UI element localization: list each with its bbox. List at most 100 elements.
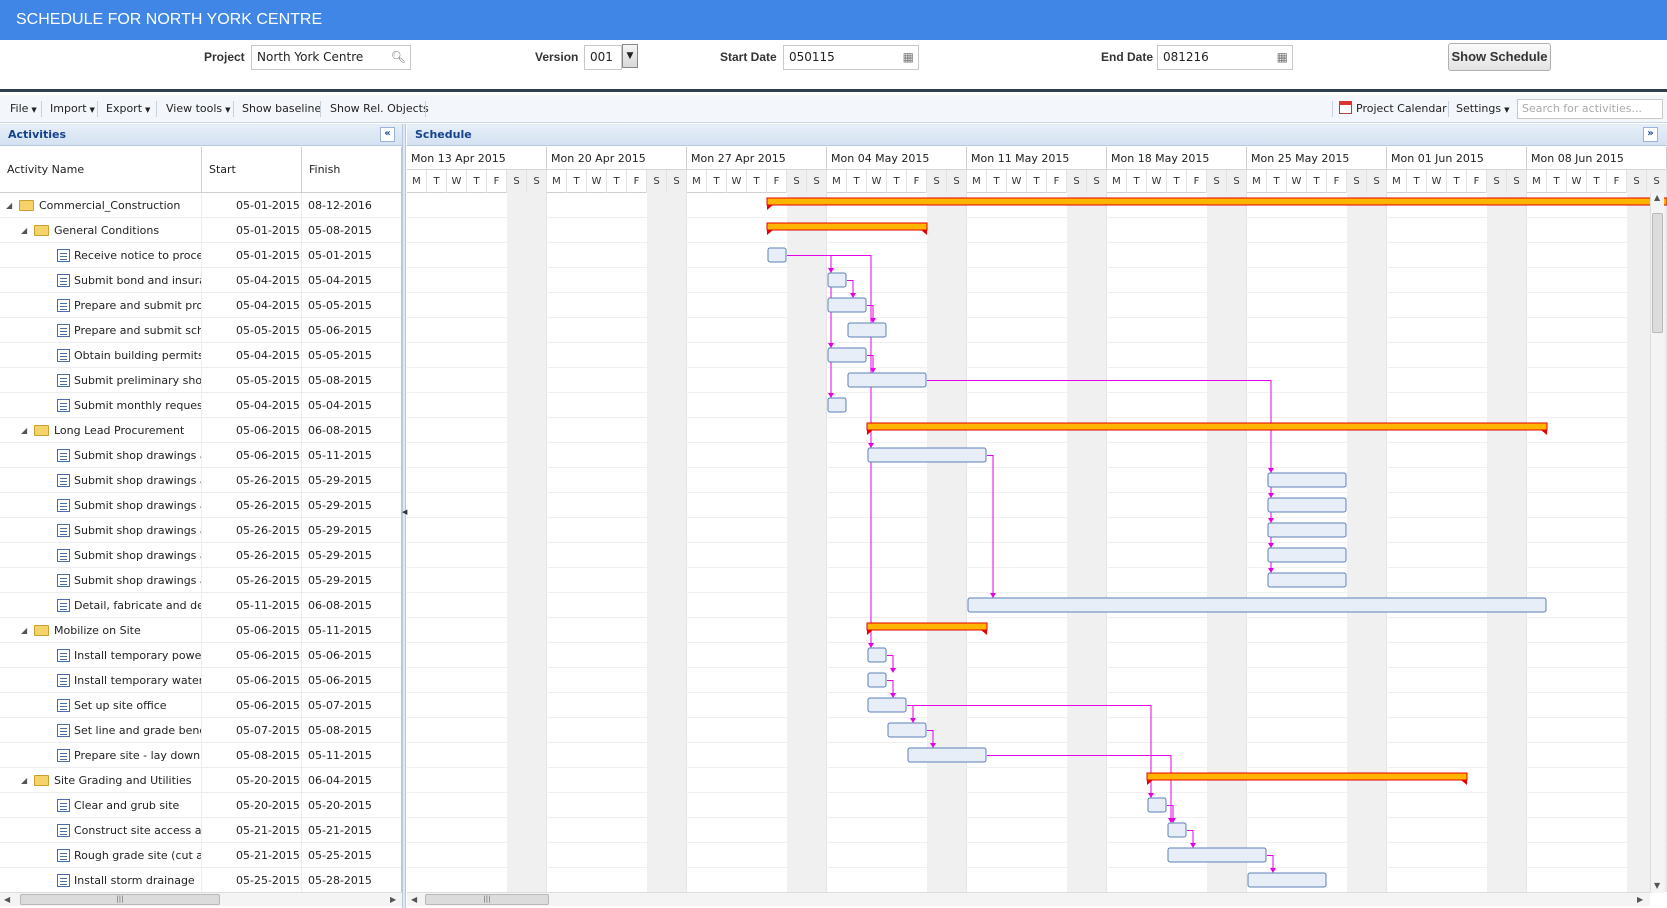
column-header-name[interactable]: Activity Name	[0, 147, 202, 193]
version-field[interactable]: 001	[584, 45, 622, 70]
table-row[interactable]: Submit shop drawings and05-26-2015 05-29-…	[0, 518, 401, 543]
expand-right-icon[interactable]: »	[1643, 127, 1658, 142]
scroll-up-icon[interactable]: ▲	[1654, 193, 1660, 202]
export-menu[interactable]: Export ▼	[106, 95, 150, 123]
scroll-right-icon[interactable]: ▶	[390, 895, 396, 904]
search-icon[interactable]: 🔍︎	[391, 46, 406, 69]
search-activities-input[interactable]: Search for activities...	[1517, 99, 1663, 119]
collapse-left-icon[interactable]: «	[380, 127, 395, 142]
table-row[interactable]: Submit shop drawings and05-26-2015 05-29-…	[0, 543, 401, 568]
expand-toggle-icon[interactable]: ◢	[6, 193, 12, 218]
scroll-thumb[interactable]: |||	[425, 894, 549, 905]
table-row[interactable]: Rough grade site (cut and05-21-2015 05-25…	[0, 843, 401, 868]
group-row[interactable]: ◢ General Conditions 05-01-2015 05-08-2015	[0, 218, 401, 243]
task-bar[interactable]	[1267, 522, 1347, 538]
scroll-left-icon[interactable]: ◀	[411, 895, 417, 904]
task-bar[interactable]	[847, 322, 887, 338]
table-row[interactable]: Submit shop drawings and05-26-2015 05-29-…	[0, 493, 401, 518]
vertical-scrollbar[interactable]: ▲ ▼	[1650, 193, 1664, 893]
table-row[interactable]: Submit preliminary shop d05-05-2015 05-08…	[0, 368, 401, 393]
summary-bar[interactable]	[766, 222, 928, 231]
column-header-finish[interactable]: Finish	[302, 147, 401, 193]
table-row[interactable]: Construct site access and tem05-21-20150…	[0, 818, 401, 843]
group-row[interactable]: ◢ Site Grading and Utilities 05-20-2015 06-…	[0, 768, 401, 793]
start-date-field[interactable]: 050115 ▦	[783, 45, 919, 70]
scroll-right-icon[interactable]: ▶	[1637, 895, 1643, 904]
table-row[interactable]: Detail, fabricate and deliv05-11-2015 06-…	[0, 593, 401, 618]
task-bar[interactable]	[907, 747, 987, 763]
summary-bar[interactable]	[866, 622, 988, 631]
group-row[interactable]: ◢ Commercial_Construction 05-01-2015 08-12-…	[0, 193, 401, 218]
task-bar[interactable]	[867, 697, 907, 713]
table-row[interactable]: Install temporary power 05-06-2015 05-06-2…	[0, 643, 401, 668]
task-bar[interactable]	[967, 597, 1547, 613]
group-row[interactable]: ◢ Mobilize on Site 05-06-2015 05-11-2015	[0, 618, 401, 643]
project-calendar-button[interactable]: Project Calendar	[1339, 95, 1447, 123]
scroll-down-icon[interactable]: ▼	[1654, 881, 1660, 890]
show-rel-objects-button[interactable]: Show Rel. Objects	[330, 95, 429, 123]
panel-splitter[interactable]	[402, 124, 406, 908]
file-menu[interactable]: File ▼	[10, 95, 37, 123]
task-bar[interactable]	[1147, 797, 1167, 813]
task-bar[interactable]	[827, 397, 847, 413]
scroll-left-icon[interactable]: ◀	[4, 895, 10, 904]
show-schedule-button[interactable]: Show Schedule	[1448, 43, 1551, 71]
task-bar[interactable]	[887, 722, 927, 738]
task-bar[interactable]	[867, 647, 887, 663]
view-tools-menu[interactable]: View tools ▼	[166, 95, 231, 123]
task-bar[interactable]	[1267, 497, 1347, 513]
task-bar[interactable]	[767, 247, 787, 263]
table-row[interactable]: Submit shop drawings and05-06-2015 05-11-…	[0, 443, 401, 468]
task-bar[interactable]	[1167, 847, 1267, 863]
project-field[interactable]: North York Centre 🔍︎	[251, 45, 411, 70]
table-row[interactable]: Set line and grade bench 05-07-2015 05-08-…	[0, 718, 401, 743]
column-header-start[interactable]: Start	[202, 147, 302, 193]
task-bar[interactable]	[1167, 822, 1187, 838]
calendar-icon[interactable]: ▦	[903, 46, 914, 69]
table-row[interactable]: Prepare and submit proje 05-04-2015 05-05-…	[0, 293, 401, 318]
gantt-horizontal-scrollbar[interactable]: ◀ ||| ▶	[407, 892, 1650, 906]
expand-toggle-icon[interactable]: ◢	[21, 768, 27, 793]
expand-toggle-icon[interactable]: ◢	[21, 618, 27, 643]
expand-toggle-icon[interactable]: ◢	[21, 418, 27, 443]
table-row[interactable]: Receive notice to proceed05-01-201505-01…	[0, 243, 401, 268]
task-bar[interactable]	[1267, 547, 1347, 563]
expand-toggle-icon[interactable]: ◢	[21, 218, 27, 243]
group-row[interactable]: ◢ Long Lead Procurement 05-06-2015 06-08-20…	[0, 418, 401, 443]
calendar-icon[interactable]: ▦	[1277, 46, 1288, 69]
summary-bar[interactable]	[866, 422, 1548, 431]
settings-menu[interactable]: Settings ▼	[1456, 95, 1510, 123]
show-baseline-button[interactable]: Show baseline	[242, 95, 321, 123]
scroll-thumb[interactable]	[1652, 213, 1663, 333]
grid-horizontal-scrollbar[interactable]: ◀ ||| ▶	[0, 892, 402, 906]
table-row[interactable]: Install storm drainage 05-25-2015 05-28-20…	[0, 868, 401, 892]
table-row[interactable]: Install temporary water s 05-06-2015 05-06…	[0, 668, 401, 693]
folder-icon	[19, 200, 34, 211]
task-bar[interactable]	[1267, 472, 1347, 488]
table-row[interactable]: Submit bond and insuranc05-04-201505-04-…	[0, 268, 401, 293]
table-row[interactable]: Submit monthly requests f05-04-201505-04…	[0, 393, 401, 418]
table-row[interactable]: Obtain building permits 05-04-2015 05-05-2…	[0, 343, 401, 368]
end-date-field[interactable]: 081216 ▦	[1157, 45, 1293, 70]
task-bar[interactable]	[1247, 872, 1327, 888]
scroll-thumb[interactable]: |||	[20, 894, 220, 905]
task-bar[interactable]	[847, 372, 927, 388]
table-row[interactable]: Prepare site - lay down y 05-08-2015 05-11…	[0, 743, 401, 768]
splitter-arrow-icon[interactable]: ◀	[402, 508, 407, 516]
task-bar[interactable]	[1267, 572, 1347, 588]
summary-bar[interactable]	[766, 197, 1667, 206]
version-dropdown-button[interactable]: ▼	[622, 44, 638, 68]
summary-bar[interactable]	[1146, 772, 1468, 781]
table-row[interactable]: Submit shop drawings and05-26-2015 05-29-…	[0, 568, 401, 593]
table-row[interactable]: Prepare and submit sched05-05-2015 05-06-…	[0, 318, 401, 343]
import-menu[interactable]: Import ▼	[50, 95, 95, 123]
task-bar[interactable]	[827, 297, 867, 313]
task-bar[interactable]	[827, 347, 867, 363]
table-row[interactable]: Submit shop drawings and05-26-2015 05-29-…	[0, 468, 401, 493]
table-row[interactable]: Set up site office 05-06-2015 05-07-2015	[0, 693, 401, 718]
task-bar[interactable]	[867, 447, 987, 463]
task-bar[interactable]	[827, 272, 847, 288]
task-bar[interactable]	[867, 672, 887, 688]
table-row[interactable]: Clear and grub site 05-20-2015 05-20-2015	[0, 793, 401, 818]
toolbar-divider	[233, 101, 234, 117]
